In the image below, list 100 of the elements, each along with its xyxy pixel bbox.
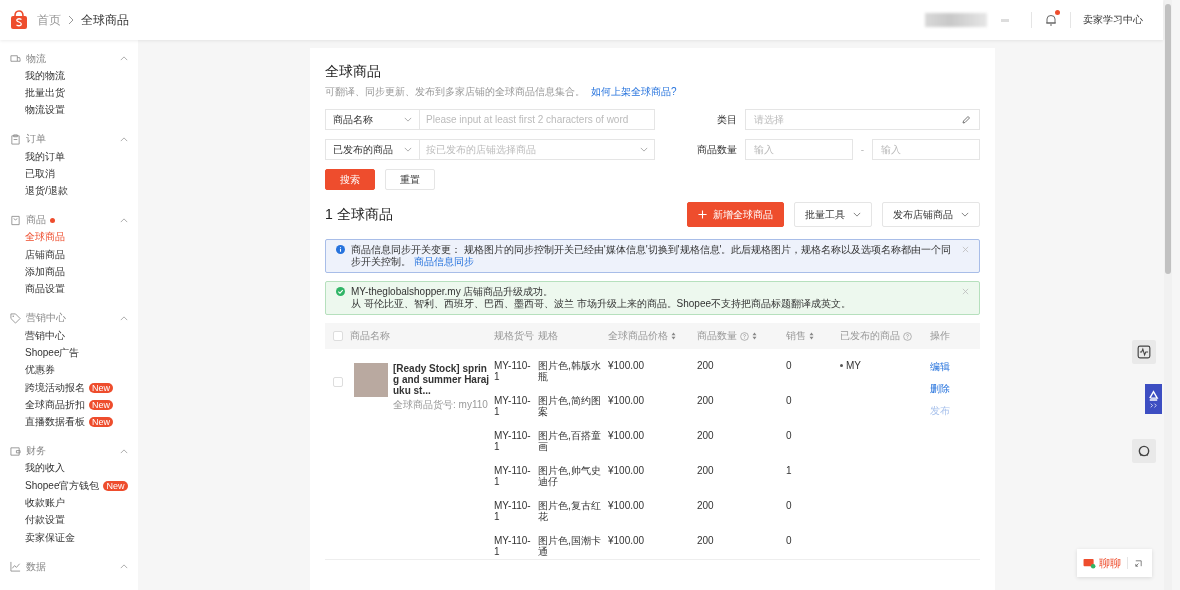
sidebar-item[interactable]: 已取消 bbox=[25, 166, 55, 181]
sidebar-item[interactable]: Shopee广告 bbox=[25, 345, 80, 360]
action-link[interactable]: 删除 bbox=[930, 382, 980, 396]
help-link[interactable]: 如何上架全球商品? bbox=[591, 85, 677, 99]
sidebar-section-header[interactable]: 财务 bbox=[10, 442, 138, 460]
sidebar-item[interactable]: 直播数据看板 bbox=[25, 415, 85, 430]
sidebar-item[interactable]: 全球商品折扣 bbox=[25, 397, 85, 412]
shopping-bag-logo-icon[interactable] bbox=[10, 10, 28, 30]
filter-type-select[interactable]: 商品名称 bbox=[325, 109, 420, 130]
field-label: 商品数量 bbox=[697, 142, 737, 157]
sidebar-item[interactable]: 物流设置 bbox=[25, 103, 65, 118]
sidebar-item[interactable]: 付款设置 bbox=[25, 513, 65, 528]
sidebar-item[interactable]: 优惠券 bbox=[25, 363, 55, 378]
new-badge: New bbox=[103, 480, 128, 491]
chevron-icon[interactable] bbox=[120, 315, 128, 321]
table-cell-text: MY-110-1 bbox=[494, 535, 532, 559]
reset-button[interactable]: 重置 bbox=[385, 169, 435, 190]
table-cell-text: MY-110-1 bbox=[494, 465, 532, 489]
max-quantity-field[interactable]: 输入 bbox=[872, 139, 980, 160]
table-cell-text: 图片色,韩版水瓶 bbox=[538, 360, 602, 384]
chevron-icon[interactable] bbox=[120, 56, 128, 61]
table-cell-text: MY-110-1 bbox=[494, 360, 532, 384]
info-icon bbox=[336, 245, 345, 254]
sidebar-item[interactable]: Shopee官方钱包 bbox=[25, 478, 100, 493]
action-link[interactable]: 编辑 bbox=[930, 360, 980, 374]
bulk-tools-button[interactable]: 批量工具 bbox=[794, 202, 872, 227]
sidebar-item[interactable]: 批量出货 bbox=[25, 85, 65, 100]
sort-icon[interactable] bbox=[809, 332, 814, 340]
sidebar-item[interactable]: 跨境活动报名 bbox=[25, 380, 85, 395]
row-checkbox[interactable] bbox=[332, 377, 343, 387]
product-name[interactable]: [Ready Stock] spring and summer Harajuku st... bbox=[393, 363, 493, 396]
table-cell-text: ¥100.00 bbox=[608, 360, 646, 373]
sidebar-item[interactable]: 我的收入 bbox=[25, 461, 65, 476]
chevron-icon[interactable] bbox=[120, 564, 128, 570]
new-badge: New bbox=[89, 417, 113, 428]
sidebar-section-header[interactable]: 商品 bbox=[10, 211, 138, 229]
publish-button[interactable]: 发布店铺商品 bbox=[882, 202, 980, 227]
add-product-button[interactable]: 新增全球商品 bbox=[687, 202, 784, 227]
table-cell-text: ¥100.00 bbox=[608, 500, 646, 513]
sidebar-item[interactable]: 退货/退款 bbox=[25, 184, 68, 199]
column-header: 全球商品价格 bbox=[608, 329, 668, 343]
sidebar-section-header[interactable]: 营销中心 bbox=[10, 309, 138, 327]
chart-icon bbox=[10, 561, 21, 573]
table-cell-text: 0 bbox=[786, 535, 793, 548]
sidebar-item[interactable]: 收款账户 bbox=[25, 496, 65, 510]
sidebar-item[interactable]: 商品设置 bbox=[25, 282, 65, 297]
minimize-icon[interactable] bbox=[1134, 558, 1143, 568]
table-cell-text: 200 bbox=[697, 465, 715, 478]
tag-icon bbox=[10, 312, 21, 324]
side-tab-icon[interactable] bbox=[1145, 384, 1162, 414]
close-icon[interactable] bbox=[962, 288, 969, 295]
sidebar-item[interactable]: 我的订单 bbox=[25, 149, 65, 164]
search-field[interactable]: Please input at least first 2 characters of word bbox=[420, 109, 655, 130]
table-cell-text: ¥100.00 bbox=[608, 465, 646, 478]
table-cell-text: 图片色,帅气史迪仔 bbox=[538, 465, 602, 489]
sort-icon[interactable] bbox=[752, 332, 757, 340]
table-cell-text: ¥100.00 bbox=[608, 535, 646, 548]
table-cell-text: 1 bbox=[786, 465, 793, 478]
sidebar-section-header[interactable]: 数据 bbox=[10, 558, 138, 576]
table-cell-text: 图片色,国潮卡通 bbox=[538, 535, 602, 559]
sidebar-item[interactable]: 我的物流 bbox=[25, 68, 65, 83]
wallet-icon bbox=[10, 445, 21, 457]
headset-icon[interactable] bbox=[1132, 439, 1156, 463]
sidebar-section-header[interactable]: 物流 bbox=[10, 50, 138, 67]
sort-icon[interactable] bbox=[671, 332, 676, 340]
table-cell-text: 图片色,简约图案 bbox=[538, 395, 602, 419]
sidebar-item[interactable]: 营销中心 bbox=[25, 328, 65, 343]
product-sku: 全球商品货号: my110 bbox=[393, 398, 489, 412]
filter-type-select[interactable]: 已发布的商品 bbox=[325, 139, 420, 160]
success-check-icon bbox=[336, 287, 345, 296]
learning-center-link[interactable]: 卖家学习中心 bbox=[1083, 13, 1143, 27]
table-cell-text: 200 bbox=[697, 535, 715, 548]
field-label: 类目 bbox=[717, 112, 737, 127]
min-quantity-field[interactable]: 输入 bbox=[745, 139, 853, 160]
sidebar-section-header[interactable]: 订单 bbox=[10, 130, 138, 148]
clipboard-icon bbox=[10, 133, 21, 145]
scrollbar[interactable] bbox=[1164, 0, 1172, 590]
close-icon[interactable] bbox=[962, 246, 969, 253]
help-icon[interactable] bbox=[903, 331, 912, 341]
activity-icon[interactable] bbox=[1132, 340, 1156, 364]
column-header: 商品数量 bbox=[697, 329, 737, 343]
sidebar-item[interactable]: 全球商品 bbox=[25, 230, 65, 245]
chat-bubble-icon bbox=[1083, 557, 1096, 569]
table-cell-text: MY-110-1 bbox=[494, 500, 532, 524]
page-title: 全球商品 bbox=[325, 63, 382, 81]
new-badge: New bbox=[89, 382, 113, 393]
column-header: 已发布的商品 bbox=[840, 329, 900, 343]
search-button[interactable]: 搜索 bbox=[325, 169, 375, 190]
chevron-icon[interactable] bbox=[120, 136, 128, 142]
sidebar-item[interactable]: 添加商品 bbox=[25, 265, 65, 279]
sidebar-item[interactable]: 店铺商品 bbox=[25, 247, 65, 262]
bullet-icon bbox=[840, 364, 843, 367]
chevron-icon[interactable] bbox=[120, 448, 128, 454]
chevron-icon[interactable] bbox=[120, 217, 128, 223]
alert-link[interactable]: 商品信息同步 bbox=[413, 256, 474, 267]
notification-bell-icon[interactable] bbox=[1044, 13, 1058, 27]
help-icon[interactable] bbox=[740, 331, 749, 341]
sidebar-item[interactable]: 卖家保证金 bbox=[25, 530, 75, 545]
select-all-checkbox[interactable] bbox=[332, 331, 343, 341]
chat-button[interactable]: 聊聊 bbox=[1083, 555, 1121, 571]
